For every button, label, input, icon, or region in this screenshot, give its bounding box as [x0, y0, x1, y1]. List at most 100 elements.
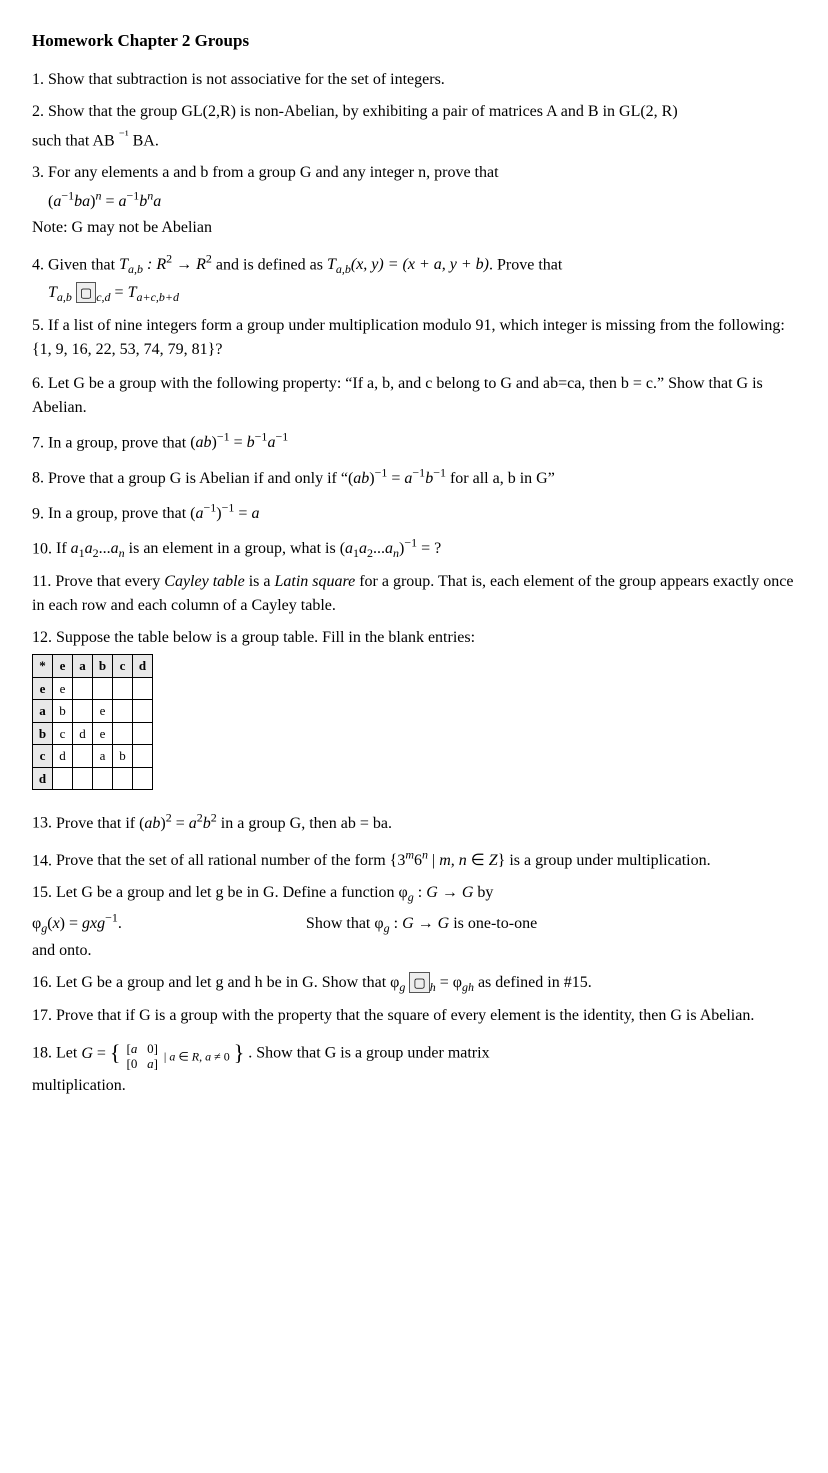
problem-9: 9. In a group, prove that (a−1)−1 = a	[32, 499, 796, 526]
cayley-row-b: b c d e	[33, 722, 153, 745]
problem-8: 8. Prove that a group G is Abelian if an…	[32, 463, 796, 490]
cayley-cell: b	[53, 700, 73, 723]
cayley-cell	[133, 745, 153, 768]
cayley-row-a: a b e	[33, 700, 153, 723]
p9-number: 9.	[32, 505, 44, 522]
p10-number: 10.	[32, 540, 52, 557]
p4-number: 4.	[32, 256, 44, 273]
p14-text: Prove that the set of all rational numbe…	[56, 852, 711, 869]
problem-7: 7. In a group, prove that (ab)−1 = b−1a−…	[32, 428, 796, 455]
p18-multiplication: multiplication.	[32, 1074, 796, 1098]
cayley-cell: *	[33, 655, 53, 678]
problem-14: 14. Prove that the set of all rational n…	[32, 846, 796, 873]
cayley-row-e: e e	[33, 677, 153, 700]
cayley-cell: e	[33, 677, 53, 700]
p3-formula: (a−1ba)n = a−1bna	[48, 193, 161, 210]
problem-15: 15. Let G be a group and let g be in G. …	[32, 881, 796, 963]
p18-number: 18.	[32, 1045, 52, 1062]
p5-text: If a list of nine integers form a group …	[32, 317, 785, 358]
p12-number: 12.	[32, 629, 52, 646]
problem-13: 13. Prove that if (ab)2 = a2b2 in a grou…	[32, 808, 796, 835]
cayley-cell: b	[113, 745, 133, 768]
cayley-cell: e	[53, 655, 73, 678]
cayley-cell: e	[53, 677, 73, 700]
cayley-cell: a	[93, 745, 113, 768]
p12-text: Suppose the table below is a group table…	[56, 629, 475, 646]
p18-formula: G = { [a 0] [0 a] | a ∈ R, a ≠ 0 }	[81, 1045, 248, 1062]
problem-16: 16. Let G be a group and let g and h be …	[32, 971, 796, 996]
p13-number: 13.	[32, 815, 52, 832]
cayley-cell: c	[53, 722, 73, 745]
problem-11: 11. Prove that every Cayley table is a L…	[32, 570, 796, 618]
p3-number: 3.	[32, 164, 44, 181]
problem-1: 1. Show that subtraction is not associat…	[32, 68, 796, 92]
cayley-cell	[73, 700, 93, 723]
p11-number: 11.	[32, 573, 51, 590]
cayley-cell	[93, 677, 113, 700]
p4-conclusion: Ta,b ▢c,d = Ta+c,b+d	[48, 284, 179, 301]
p3-text: For any elements a and b from a group G …	[48, 164, 499, 181]
p6-number: 6.	[32, 375, 44, 392]
p4-formula2: Ta,b(x, y) = (x + a, y + b).	[327, 256, 493, 273]
p7-formula: (ab)−1 = b−1a−1	[190, 434, 288, 451]
cayley-cell: d	[53, 745, 73, 768]
cayley-cell	[133, 700, 153, 723]
p15-number: 15.	[32, 884, 52, 901]
p1-text: Show that subtraction is not associative…	[48, 71, 445, 88]
p3-note: Note: G may not be Abelian	[32, 219, 212, 236]
cayley-cell: c	[33, 745, 53, 768]
p16-number: 16.	[32, 974, 52, 991]
cayley-cell: b	[93, 655, 113, 678]
cayley-cell: d	[133, 655, 153, 678]
cayley-cell	[93, 767, 113, 790]
p15-show: Show that φg : G → G is one-to-one	[306, 915, 537, 932]
p1-number: 1.	[32, 71, 44, 88]
cayley-cell: a	[73, 655, 93, 678]
p7-number: 7.	[32, 434, 44, 451]
p8-number: 8.	[32, 470, 44, 487]
cayley-row-c: c d a b	[33, 745, 153, 768]
cayley-cell: d	[73, 722, 93, 745]
cayley-cell	[133, 677, 153, 700]
cayley-cell: e	[93, 700, 113, 723]
p11-latin: Latin square	[274, 573, 355, 590]
p13-text: Prove that if (ab)2 = a2b2 in a group G,…	[56, 815, 392, 832]
p15-text: Let G be a group and let g be in G. Defi…	[56, 884, 493, 901]
problem-3: 3. For any elements a and b from a group…	[32, 161, 796, 240]
p18-let: Let	[56, 1045, 81, 1062]
problem-10: 10. If a1a2...an is an element in a grou…	[32, 534, 796, 563]
p11-text2: is a	[245, 573, 275, 590]
cayley-cell	[73, 745, 93, 768]
p4-given: Given that	[48, 256, 119, 273]
cayley-cell: c	[113, 655, 133, 678]
p5-number: 5.	[32, 317, 44, 334]
cayley-cell	[53, 767, 73, 790]
cayley-cell	[133, 722, 153, 745]
cayley-cell	[113, 700, 133, 723]
p17-number: 17.	[32, 1007, 52, 1024]
p4-prove: Prove that	[497, 256, 562, 273]
problem-12: 12. Suppose the table below is a group t…	[32, 626, 796, 790]
cayley-row-d: d	[33, 767, 153, 790]
problem-4: 4. Given that Ta,b : R2 → R2 and is defi…	[32, 250, 796, 306]
p11-cayley: Cayley table	[164, 573, 244, 590]
p11-text1: Prove that every	[55, 573, 164, 590]
cayley-table: * e a b c d e e a b e	[32, 654, 153, 790]
cayley-cell: a	[33, 700, 53, 723]
p2-sup: ⁻¹	[119, 128, 129, 142]
cayley-cell	[73, 767, 93, 790]
cayley-header-row: * e a b c d	[33, 655, 153, 678]
problem-6: 6. Let G be a group with the following p…	[32, 372, 796, 420]
p15-formula: φg(x) = gxg−1.	[32, 915, 122, 932]
p2-text: Show that the group GL(2,R) is non-Abeli…	[48, 103, 678, 120]
p7-text: In a group, prove that	[48, 434, 190, 451]
p2-number: 2.	[32, 103, 44, 120]
p9-text: In a group, prove that (a−1)−1 = a	[48, 505, 259, 522]
p4-and-defined: and is defined as	[216, 256, 327, 273]
p4-formula1: Ta,b : R2 → R2	[119, 256, 212, 273]
cayley-cell	[113, 767, 133, 790]
p6-text: Let G be a group with the following prop…	[32, 375, 763, 416]
p18-show: . Show that G is a group under matrix	[248, 1045, 489, 1062]
p17-text: Prove that if G is a group with the prop…	[56, 1007, 754, 1024]
cayley-cell: d	[33, 767, 53, 790]
